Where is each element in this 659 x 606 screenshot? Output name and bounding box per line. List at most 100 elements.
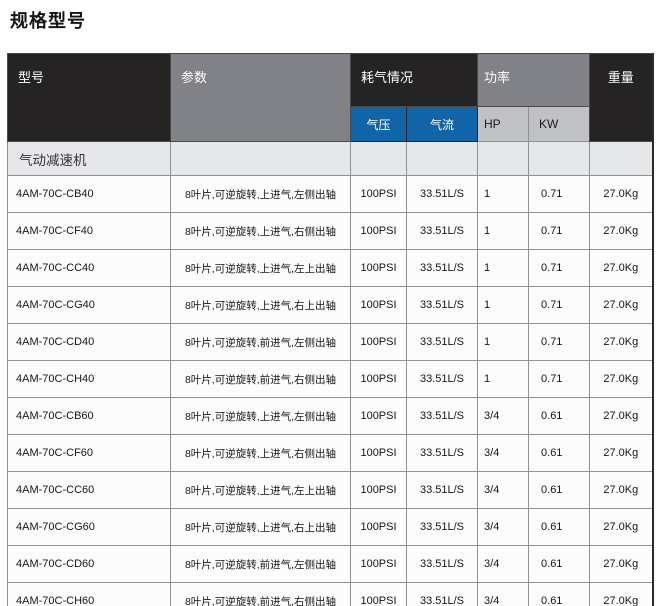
spec-sheet-page: 规格型号 型号 参数 耗气情况 功率 重量 气压 气流 HP KW: [0, 0, 659, 606]
hp-cell: 3/4: [478, 472, 529, 509]
weight-cell: 27.0Kg: [590, 250, 653, 287]
category-empty-cell: [590, 142, 653, 176]
header-weight: 重量: [590, 54, 653, 142]
category-empty-cell: [351, 142, 407, 176]
hp-cell: 1: [478, 176, 529, 213]
hp-cell: 3/4: [478, 435, 529, 472]
spec-table: 型号 参数 耗气情况 功率 重量 气压 气流 HP KW 气动减速机: [7, 53, 654, 606]
kw-cell: 0.61: [529, 435, 590, 472]
kw-cell: 0.61: [529, 472, 590, 509]
table-row: 4AM-70C-CD408叶片,可逆旋转,前进气,左侧出轴100PSI33.51…: [8, 324, 653, 361]
params-cell: 8叶片,可逆旋转,上进气,右侧出轴: [171, 213, 351, 250]
kw-cell: 0.71: [529, 213, 590, 250]
air-pressure-cell: 100PSI: [351, 287, 407, 324]
air-pressure-cell: 100PSI: [351, 546, 407, 583]
category-empty-cell: [407, 142, 478, 176]
weight-cell: 27.0Kg: [590, 398, 653, 435]
hp-cell: 1: [478, 287, 529, 324]
kw-cell: 0.61: [529, 546, 590, 583]
params-cell: 8叶片,可逆旋转,上进气,左上出轴: [171, 250, 351, 287]
header-power: 功率: [478, 54, 590, 107]
weight-cell: 27.0Kg: [590, 435, 653, 472]
model-cell: 4AM-70C-CG60: [8, 509, 171, 546]
hp-cell: 1: [478, 361, 529, 398]
table-row: 4AM-70C-CF608叶片,可逆旋转,上进气,右侧出轴100PSI33.51…: [8, 435, 653, 472]
table-row: 4AM-70C-CC408叶片,可逆旋转,上进气,左上出轴100PSI33.51…: [8, 250, 653, 287]
header-air-consumption: 耗气情况: [351, 54, 478, 107]
table-body: 气动减速机 4AM-70C-CB408叶片,可逆旋转,上进气,左侧出轴100PS…: [8, 142, 653, 606]
weight-cell: 27.0Kg: [590, 546, 653, 583]
category-empty-cell: [478, 142, 529, 176]
model-cell: 4AM-70C-CH60: [8, 583, 171, 606]
kw-cell: 0.61: [529, 509, 590, 546]
weight-cell: 27.0Kg: [590, 287, 653, 324]
category-label: 气动减速机: [8, 142, 171, 176]
hp-cell: 3/4: [478, 398, 529, 435]
air-pressure-cell: 100PSI: [351, 213, 407, 250]
air-pressure-cell: 100PSI: [351, 435, 407, 472]
hp-cell: 1: [478, 324, 529, 361]
air-flow-cell: 33.51L/S: [407, 472, 478, 509]
params-cell: 8叶片,可逆旋转,前进气,右侧出轴: [171, 361, 351, 398]
air-pressure-cell: 100PSI: [351, 509, 407, 546]
model-cell: 4AM-70C-CG40: [8, 287, 171, 324]
air-pressure-cell: 100PSI: [351, 398, 407, 435]
weight-cell: 27.0Kg: [590, 213, 653, 250]
hp-cell: 3/4: [478, 509, 529, 546]
air-flow-cell: 33.51L/S: [407, 361, 478, 398]
model-cell: 4AM-70C-CC40: [8, 250, 171, 287]
table-row: 4AM-70C-CH608叶片,可逆旋转,前进气,右侧出轴100PSI33.51…: [8, 583, 653, 606]
table-row: 4AM-70C-CB408叶片,可逆旋转,上进气,左侧出轴100PSI33.51…: [8, 176, 653, 213]
air-pressure-cell: 100PSI: [351, 361, 407, 398]
weight-cell: 27.0Kg: [590, 472, 653, 509]
params-cell: 8叶片,可逆旋转,上进气,左侧出轴: [171, 176, 351, 213]
header-air-flow: 气流: [407, 107, 478, 142]
hp-cell: 1: [478, 250, 529, 287]
air-flow-cell: 33.51L/S: [407, 509, 478, 546]
air-flow-cell: 33.51L/S: [407, 324, 478, 361]
category-row: 气动减速机: [8, 142, 653, 176]
table-header: 型号 参数 耗气情况 功率 重量 气压 气流 HP KW: [8, 54, 653, 142]
weight-cell: 27.0Kg: [590, 324, 653, 361]
model-cell: 4AM-70C-CF60: [8, 435, 171, 472]
model-cell: 4AM-70C-CB40: [8, 176, 171, 213]
category-empty-cell: [529, 142, 590, 176]
air-pressure-cell: 100PSI: [351, 176, 407, 213]
hp-cell: 3/4: [478, 546, 529, 583]
table-row: 4AM-70C-CG408叶片,可逆旋转,上进气,右上出轴100PSI33.51…: [8, 287, 653, 324]
hp-cell: 1: [478, 213, 529, 250]
params-cell: 8叶片,可逆旋转,上进气,右上出轴: [171, 287, 351, 324]
header-params: 参数: [171, 54, 351, 142]
table-row: 4AM-70C-CH408叶片,可逆旋转,前进气,右侧出轴100PSI33.51…: [8, 361, 653, 398]
kw-cell: 0.61: [529, 583, 590, 606]
model-cell: 4AM-70C-CH40: [8, 361, 171, 398]
table-row: 4AM-70C-CF408叶片,可逆旋转,上进气,右侧出轴100PSI33.51…: [8, 213, 653, 250]
kw-cell: 0.71: [529, 287, 590, 324]
kw-cell: 0.61: [529, 398, 590, 435]
air-pressure-cell: 100PSI: [351, 250, 407, 287]
kw-cell: 0.71: [529, 250, 590, 287]
params-cell: 8叶片,可逆旋转,前进气,左侧出轴: [171, 324, 351, 361]
kw-cell: 0.71: [529, 361, 590, 398]
model-cell: 4AM-70C-CD60: [8, 546, 171, 583]
air-pressure-cell: 100PSI: [351, 583, 407, 606]
header-hp: HP: [478, 107, 529, 142]
air-flow-cell: 33.51L/S: [407, 213, 478, 250]
air-flow-cell: 33.51L/S: [407, 176, 478, 213]
air-flow-cell: 33.51L/S: [407, 398, 478, 435]
params-cell: 8叶片,可逆旋转,前进气,左侧出轴: [171, 546, 351, 583]
page-title: 规格型号: [10, 7, 86, 33]
air-flow-cell: 33.51L/S: [407, 583, 478, 606]
weight-cell: 27.0Kg: [590, 176, 653, 213]
weight-cell: 27.0Kg: [590, 361, 653, 398]
table-row: 4AM-70C-CC608叶片,可逆旋转,上进气,左上出轴100PSI33.51…: [8, 472, 653, 509]
model-cell: 4AM-70C-CD40: [8, 324, 171, 361]
params-cell: 8叶片,可逆旋转,上进气,左上出轴: [171, 472, 351, 509]
header-kw: KW: [529, 107, 590, 142]
model-cell: 4AM-70C-CC60: [8, 472, 171, 509]
air-flow-cell: 33.51L/S: [407, 435, 478, 472]
air-flow-cell: 33.51L/S: [407, 287, 478, 324]
kw-cell: 0.71: [529, 324, 590, 361]
header-air-pressure: 气压: [351, 107, 407, 142]
table-row: 4AM-70C-CG608叶片,可逆旋转,上进气,右上出轴100PSI33.51…: [8, 509, 653, 546]
